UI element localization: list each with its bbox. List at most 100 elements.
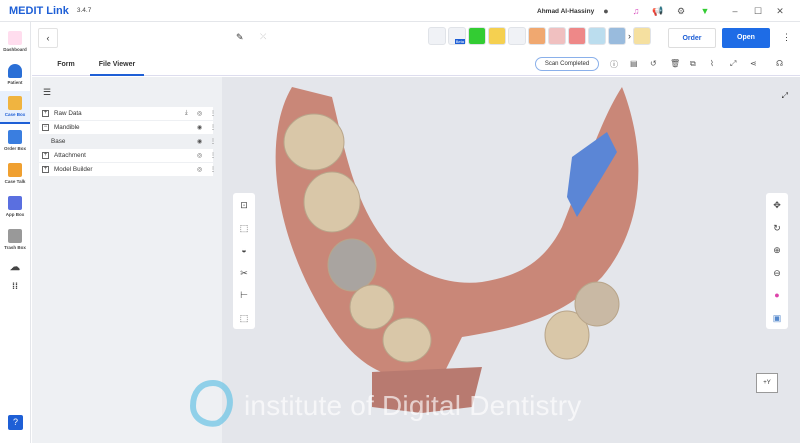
watermark-text: institute of Digital Dentistry	[244, 390, 582, 421]
chevron-right-icon[interactable]: ›	[628, 27, 631, 45]
eye-icon[interactable]: ◉	[197, 138, 202, 145]
zoom-out-icon[interactable]: ⊖	[766, 262, 788, 285]
collapse-icon[interactable]: −	[42, 124, 49, 131]
sidebar-item-case-box[interactable]: Case Box	[0, 91, 30, 124]
scissors-icon[interactable]: ✂	[233, 262, 255, 285]
rotate-icon[interactable]: ↻	[766, 217, 788, 240]
more-icon[interactable]: ⋮	[782, 32, 791, 43]
eye-off-icon[interactable]: ◎	[197, 152, 202, 159]
maximize-icon[interactable]: ☐	[753, 6, 763, 16]
cloud-upload-icon[interactable]: ☁	[0, 256, 30, 278]
fullscreen-icon[interactable]: ⤢	[782, 91, 788, 101]
unlink-icon: ⤫	[260, 32, 267, 41]
more-icon[interactable]: ⋮	[210, 166, 216, 173]
case-box-icon	[8, 96, 22, 110]
texture-icon[interactable]: ▣	[766, 307, 788, 330]
delete-icon[interactable]: 🗑	[670, 59, 680, 68]
sidebar-item-dashboard[interactable]: Dashboard	[0, 25, 30, 58]
tree-label: Model Builder	[54, 166, 93, 173]
dashboard-icon	[8, 31, 22, 45]
tree-item-base[interactable]: Base ◉ ⋮	[39, 135, 216, 148]
sidebar-label: Trash Box	[4, 245, 26, 250]
sidebar-item-case-talk[interactable]: Case Talk	[0, 157, 30, 190]
sidebar-label: Dashboard	[3, 47, 27, 52]
color-icon[interactable]: ●	[766, 284, 788, 307]
announcement-icon[interactable]: 📢	[652, 6, 663, 16]
sidebar-item-app-box[interactable]: App Box	[0, 190, 30, 223]
sidebar-item-order-box[interactable]: Order Box	[0, 124, 30, 157]
zoom-in-icon[interactable]: ⊕	[766, 239, 788, 262]
notification-icon[interactable]: ♫	[631, 6, 641, 16]
edit-icon[interactable]: ✎	[236, 32, 244, 43]
sidebar-label: Order Box	[3, 146, 26, 151]
app-icon[interactable]	[488, 27, 506, 45]
history-icon[interactable]: ↺	[650, 59, 657, 68]
measure-icon[interactable]: ⊢	[233, 284, 255, 307]
grid-icon[interactable]: ⁞⁞	[0, 278, 30, 294]
watermark-logo	[189, 379, 233, 427]
tree-item-model-builder[interactable]: + Model Builder ◎ ⋮	[39, 163, 216, 176]
tree-view-icon[interactable]: ☰	[43, 87, 51, 98]
patient-icon	[8, 64, 22, 78]
expand-icon[interactable]: +	[42, 110, 49, 117]
3d-viewport[interactable]: ⤢ ⊡ ⬚ ◒ ✂ ⊢ ⬚ ✥ ↻ ⊕ ⊖ ● ▣ +Y	[222, 77, 800, 443]
app-icon[interactable]: Beta	[448, 27, 466, 45]
open-button[interactable]: Open	[722, 28, 770, 48]
tab-form[interactable]: Form	[46, 56, 86, 76]
order-button[interactable]: Order	[668, 28, 716, 48]
dental-model	[275, 87, 639, 413]
gear-icon[interactable]: ⚙	[676, 6, 686, 16]
eye-icon[interactable]: ◉	[197, 124, 202, 131]
sidebar: Dashboard Patient Case Box Order Box Cas…	[0, 22, 31, 443]
app-icon[interactable]	[468, 27, 486, 45]
note-icon[interactable]: ▤	[630, 59, 638, 68]
orientation-cube[interactable]: +Y	[756, 373, 778, 393]
pan-icon[interactable]: ✥	[766, 194, 788, 217]
tree-item-raw-data[interactable]: + Raw Data ⤓ ◎ ⋮	[39, 107, 216, 120]
download-icon[interactable]: ⤓	[185, 110, 188, 117]
fit-view-icon[interactable]: ⊡	[233, 194, 255, 217]
trash-icon	[8, 229, 22, 243]
copy-icon[interactable]: ⧉	[690, 59, 696, 69]
user-name: Ahmad Al-Hassiny	[537, 8, 595, 15]
expand-icon[interactable]: ⤢	[730, 59, 736, 69]
more-icon[interactable]: ⋮	[210, 110, 216, 117]
more-icon[interactable]: ⋮	[210, 152, 216, 159]
app-icon[interactable]	[608, 27, 626, 45]
sidebar-label: Patient	[7, 80, 23, 85]
app-icon[interactable]	[568, 27, 586, 45]
eye-off-icon[interactable]: ◎	[197, 166, 202, 173]
info-icon[interactable]: ⓘ	[610, 59, 618, 70]
share-icon[interactable]: ⋖	[750, 59, 757, 68]
sidebar-item-patient[interactable]: Patient	[0, 58, 30, 91]
app-logo: MEDIT Link	[9, 4, 69, 17]
support-icon[interactable]: ☊	[776, 59, 783, 68]
app-icon[interactable]	[633, 27, 651, 45]
section-icon[interactable]: ◒	[233, 239, 255, 262]
title-bar: MEDIT Link 3.4.7 Ahmad Al-Hassiny ● ♫ 📢 …	[0, 0, 800, 22]
back-button[interactable]: ‹	[38, 28, 58, 48]
expand-icon[interactable]: +	[42, 152, 49, 159]
more-icon[interactable]: ⋮	[210, 124, 216, 131]
app-icon[interactable]	[428, 27, 446, 45]
sidebar-item-trash-box[interactable]: Trash Box	[0, 223, 30, 256]
close-icon[interactable]: ✕	[775, 6, 785, 16]
tree-label: Base	[51, 138, 66, 145]
eye-off-icon[interactable]: ◎	[197, 110, 202, 117]
attach-icon[interactable]: ⌇	[710, 59, 714, 68]
more-icon[interactable]: ⋮	[210, 138, 216, 145]
select-icon[interactable]: ⬚	[233, 217, 255, 240]
tree-item-mandible[interactable]: − Mandible ◉ ⋮	[39, 121, 216, 134]
app-icon[interactable]	[528, 27, 546, 45]
minimize-icon[interactable]: –	[730, 6, 740, 16]
expand-icon[interactable]: +	[42, 166, 49, 173]
capture-icon[interactable]: ⬚	[233, 307, 255, 330]
tab-file-viewer[interactable]: File Viewer	[90, 56, 144, 76]
app-icon[interactable]	[588, 27, 606, 45]
user-icon[interactable]: ●	[601, 6, 611, 16]
help-icon[interactable]: ?	[8, 415, 23, 430]
tree-item-attachment[interactable]: + Attachment ◎ ⋮	[39, 149, 216, 162]
app-icon[interactable]	[548, 27, 566, 45]
sidebar-label: Case Box	[4, 112, 26, 117]
app-icon[interactable]	[508, 27, 526, 45]
